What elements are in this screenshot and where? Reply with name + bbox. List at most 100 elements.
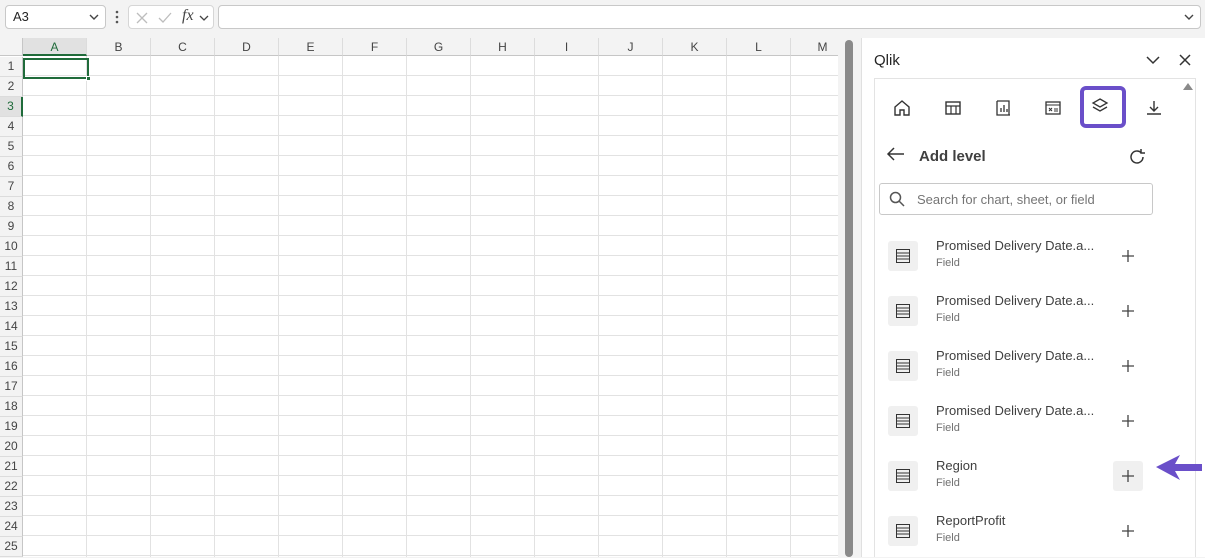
column-header-a[interactable]: A: [23, 38, 87, 56]
row-header-16[interactable]: 16: [0, 357, 23, 377]
pane-splitter[interactable]: [840, 38, 858, 557]
close-icon[interactable]: [1176, 51, 1194, 69]
row-header-23[interactable]: 23: [0, 497, 23, 517]
column-header-c[interactable]: C: [151, 38, 215, 56]
column-header-d[interactable]: D: [215, 38, 279, 56]
formula-bar: A3 fx: [0, 0, 1205, 36]
column-header-f[interactable]: F: [343, 38, 407, 56]
row-header-19[interactable]: 19: [0, 417, 23, 437]
tab-variables[interactable]: [1033, 88, 1073, 128]
search-icon: [889, 191, 905, 207]
fill-handle[interactable]: [86, 76, 91, 81]
name-box[interactable]: A3: [5, 5, 106, 29]
scroll-up-icon[interactable]: [1183, 83, 1193, 90]
pane-title: Qlik: [874, 52, 900, 69]
column-header-m[interactable]: M: [791, 38, 838, 56]
chart-icon: [996, 100, 1010, 116]
row-header-10[interactable]: 10: [0, 237, 23, 257]
add-field-button[interactable]: [1113, 351, 1143, 381]
name-box-value: A3: [13, 9, 29, 24]
column-header-h[interactable]: H: [471, 38, 535, 56]
row-header-2[interactable]: 2: [0, 77, 23, 97]
check-icon[interactable]: [156, 9, 174, 27]
row-header-17[interactable]: 17: [0, 377, 23, 397]
row-header-3[interactable]: 3: [0, 97, 23, 117]
field-type: Field: [936, 477, 960, 489]
add-field-button[interactable]: [1113, 516, 1143, 546]
list-item: Promised Delivery Date.a... Field: [879, 338, 1153, 393]
row-header-21[interactable]: 21: [0, 457, 23, 477]
row-header-24[interactable]: 24: [0, 517, 23, 537]
field-icon: [888, 296, 918, 326]
column-header-k[interactable]: K: [663, 38, 727, 56]
column-header-e[interactable]: E: [279, 38, 343, 56]
plus-icon: [1122, 360, 1134, 372]
field-name: ReportProfit: [936, 513, 1006, 528]
add-field-button[interactable]: [1113, 406, 1143, 436]
row-header-1[interactable]: 1: [0, 57, 23, 77]
column-header-b[interactable]: B: [87, 38, 151, 56]
row-header-13[interactable]: 13: [0, 297, 23, 317]
spreadsheet-grid[interactable]: ABCDEFGHIJKLM 1 2 3 4 5 6 7 8 9 10 11 12 13 14 15 16 17 1…: [0, 38, 838, 557]
chevron-down-icon[interactable]: [86, 9, 102, 25]
field-name: Region: [936, 458, 978, 473]
tab-home[interactable]: [882, 88, 922, 128]
list-item: ReportProfit Field: [879, 503, 1153, 558]
pointer-arrow-icon: [1156, 455, 1202, 480]
chevron-down-icon[interactable]: [197, 9, 211, 27]
active-cell[interactable]: [23, 58, 91, 81]
scrollbar-thumb[interactable]: [845, 40, 853, 557]
more-options-icon[interactable]: [111, 8, 123, 26]
home-icon: [894, 100, 910, 116]
field-icon: [888, 406, 918, 436]
column-header-l[interactable]: L: [727, 38, 791, 56]
tab-chart[interactable]: [983, 88, 1023, 128]
search-input[interactable]: [879, 183, 1153, 215]
formula-actions: fx: [128, 5, 214, 29]
list-item: Promised Delivery Date.a... Field: [879, 228, 1153, 283]
row-header-5[interactable]: 5: [0, 137, 23, 157]
row-header-25[interactable]: 25: [0, 537, 23, 557]
field-name: Promised Delivery Date.a...: [936, 348, 1095, 363]
row-header-4[interactable]: 4: [0, 117, 23, 137]
tab-export[interactable]: [1134, 88, 1174, 128]
plus-icon: [1122, 250, 1134, 262]
tab-levels[interactable]: [1080, 86, 1126, 128]
add-field-button[interactable]: [1113, 241, 1143, 271]
list-item: Promised Delivery Date.a... Field: [879, 393, 1153, 448]
chevron-down-icon[interactable]: [1144, 51, 1162, 69]
field-name: Promised Delivery Date.a...: [936, 293, 1095, 308]
row-header-14[interactable]: 14: [0, 317, 23, 337]
field-type: Field: [936, 422, 960, 434]
row-header-8[interactable]: 8: [0, 197, 23, 217]
column-header-i[interactable]: I: [535, 38, 599, 56]
tab-table[interactable]: [933, 88, 973, 128]
field-name: Promised Delivery Date.a...: [936, 238, 1095, 253]
column-header-j[interactable]: J: [599, 38, 663, 56]
formula-input[interactable]: [218, 5, 1201, 29]
field-type: Field: [936, 367, 960, 379]
row-header-9[interactable]: 9: [0, 217, 23, 237]
row-header-15[interactable]: 15: [0, 337, 23, 357]
row-header-11[interactable]: 11: [0, 257, 23, 277]
expand-formula-icon[interactable]: [1181, 9, 1197, 25]
back-arrow-icon[interactable]: [884, 144, 906, 164]
cell-area[interactable]: [23, 56, 838, 557]
row-header-18[interactable]: 18: [0, 397, 23, 417]
field-icon: [888, 516, 918, 546]
row-header-6[interactable]: 6: [0, 157, 23, 177]
insert-function-icon[interactable]: fx: [182, 7, 194, 25]
refresh-icon[interactable]: [1126, 146, 1148, 168]
row-header-20[interactable]: 20: [0, 437, 23, 457]
row-header-22[interactable]: 22: [0, 477, 23, 497]
layers-icon: [1091, 98, 1109, 112]
add-field-button[interactable]: [1113, 461, 1143, 491]
column-header-g[interactable]: G: [407, 38, 471, 56]
row-header-7[interactable]: 7: [0, 177, 23, 197]
row-header-12[interactable]: 12: [0, 277, 23, 297]
list-item: Promised Delivery Date.a... Field: [879, 283, 1153, 338]
cancel-icon[interactable]: [133, 9, 151, 27]
add-field-button[interactable]: [1113, 296, 1143, 326]
plus-icon: [1122, 305, 1134, 317]
select-all-corner[interactable]: [0, 38, 23, 56]
